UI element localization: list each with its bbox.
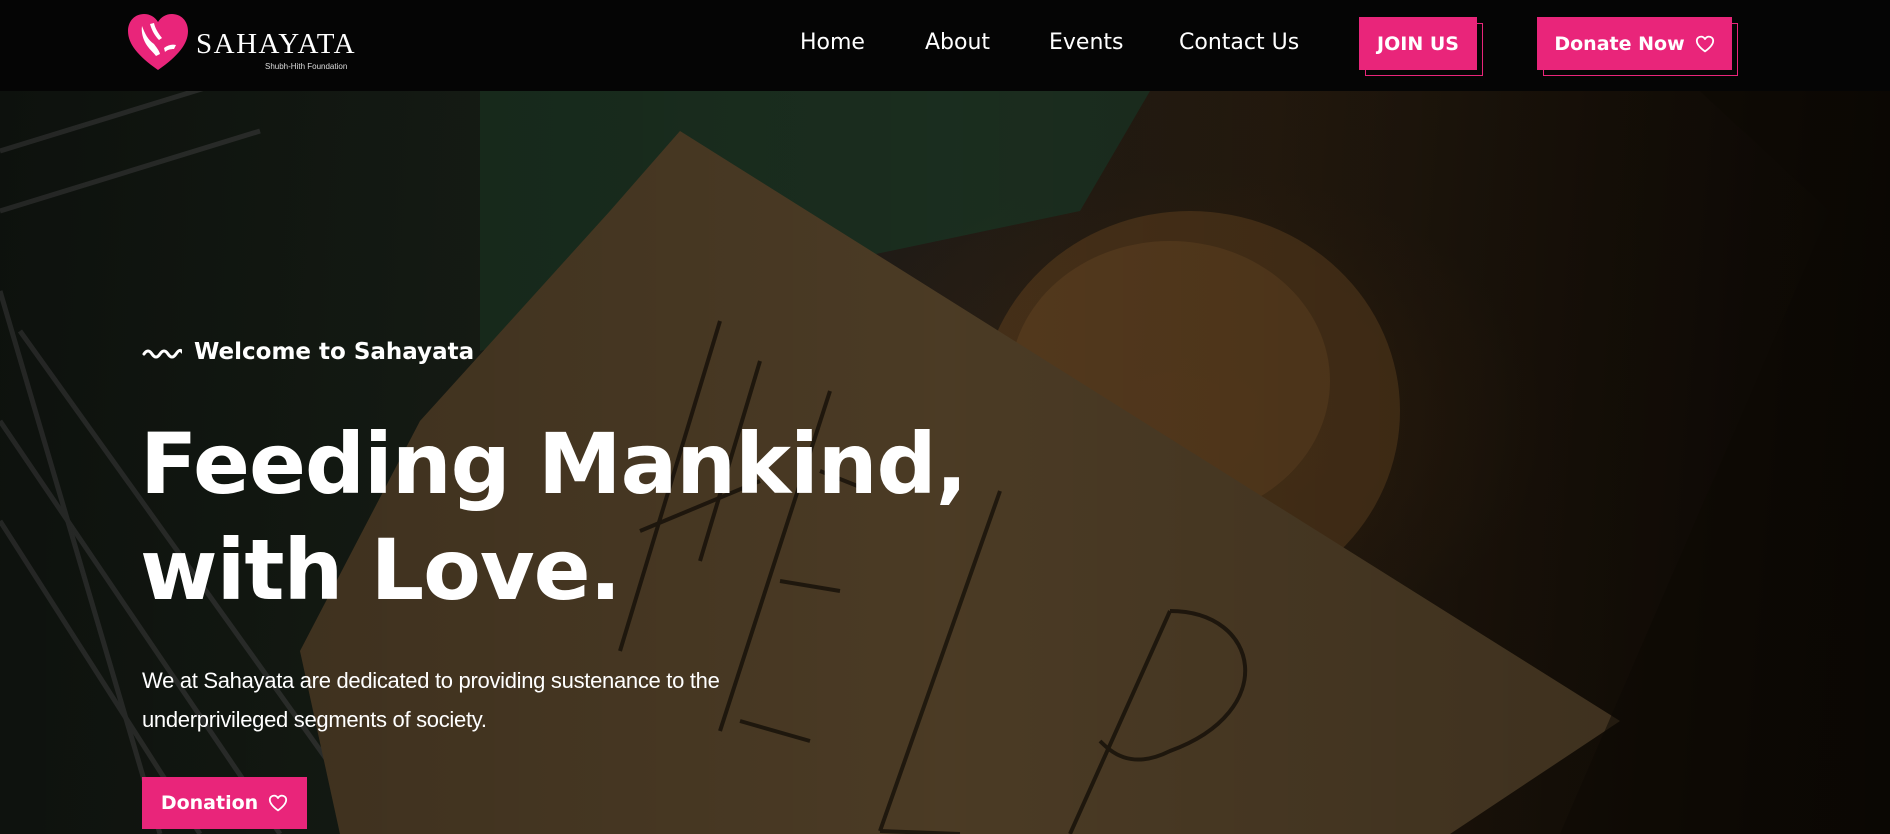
brand-logo[interactable]: SAHAYATA Shubh-Hith Foundation — [128, 14, 358, 74]
donate-now-label: Donate Now — [1554, 32, 1685, 55]
heart-outline-icon — [269, 794, 288, 812]
donation-button[interactable]: Donation — [142, 777, 313, 834]
headline-line-1: Feeding Mankind, — [140, 415, 968, 513]
hero-headline: Feeding Mankind, with Love. — [140, 411, 968, 623]
nav-about[interactable]: About — [925, 30, 990, 55]
brand-tagline: Shubh-Hith Foundation — [265, 62, 348, 71]
join-us-button[interactable]: JOIN US — [1359, 17, 1483, 76]
heart-outline-icon — [1695, 35, 1714, 52]
welcome-text: Welcome to Sahayata — [194, 339, 475, 365]
headline-line-2: with Love. — [140, 521, 621, 619]
site-header: SAHAYATA Shubh-Hith Foundation Home Abou… — [0, 0, 1890, 91]
nav-contact-us[interactable]: Contact Us — [1179, 30, 1299, 55]
welcome-eyebrow: Welcome to Sahayata — [142, 339, 474, 365]
donation-label: Donation — [160, 792, 259, 814]
brand-name: SAHAYATA — [196, 28, 357, 60]
nav-events[interactable]: Events — [1049, 30, 1124, 55]
wave-icon — [142, 348, 182, 359]
nav-home[interactable]: Home — [800, 30, 865, 55]
join-us-label: JOIN US — [1377, 32, 1459, 55]
hero-section: Welcome to Sahayata Feeding Mankind, wit… — [0, 91, 1890, 834]
heart-hands-logo-icon — [128, 14, 188, 70]
donate-now-button[interactable]: Donate Now — [1537, 17, 1738, 76]
hero-description: We at Sahayata are dedicated to providin… — [142, 668, 720, 732]
